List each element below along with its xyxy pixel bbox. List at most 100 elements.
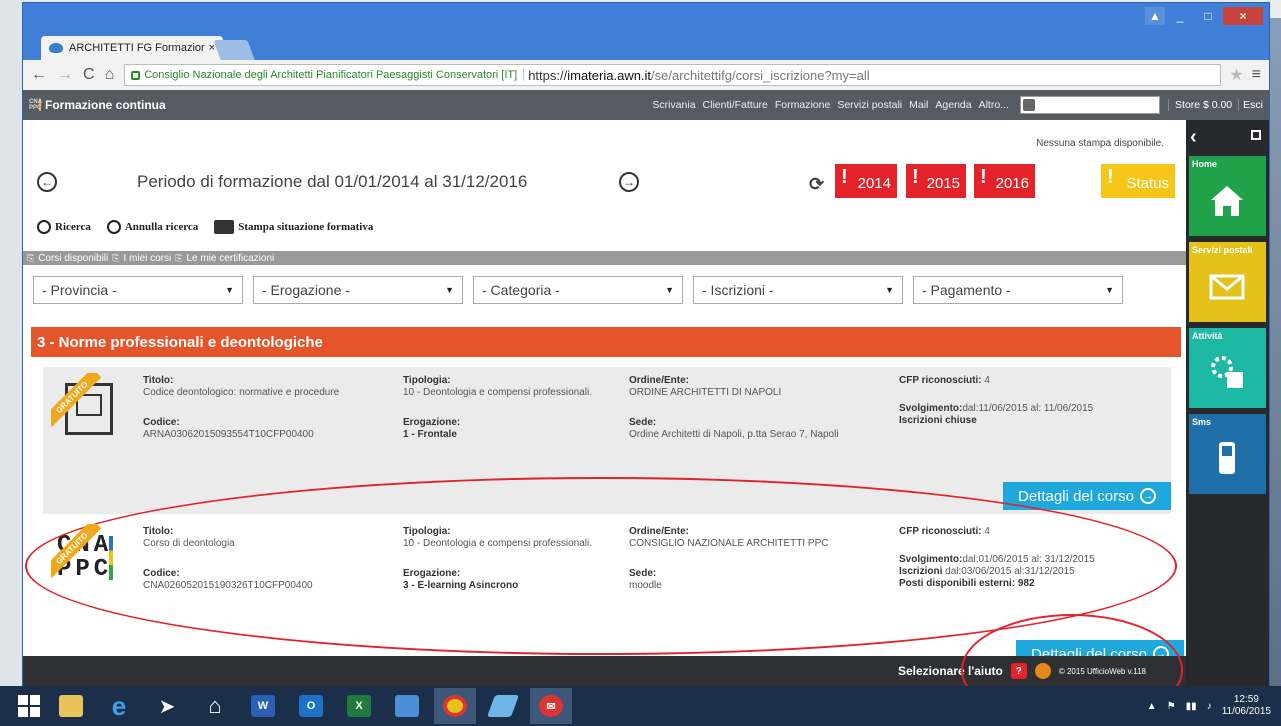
tile-sms[interactable]: Sms [1189, 414, 1266, 494]
chrome-icon[interactable] [434, 688, 476, 724]
year-2016-button[interactable]: ! 2016 [974, 164, 1035, 198]
previous-period-button[interactable]: ← [37, 172, 57, 192]
printer-icon [214, 220, 235, 234]
nav-link-agenda[interactable]: Agenda [935, 99, 971, 111]
nav-link-mail[interactable]: Mail [909, 99, 928, 111]
tile-label: Sms [1192, 417, 1212, 427]
nav-search-input[interactable] [1019, 96, 1160, 114]
course-code: Codice: ARNA03062015093554T10CFP00400 [143, 417, 314, 440]
chevron-down-icon: ▼ [665, 285, 674, 295]
mail-app-icon[interactable]: ✉ [530, 688, 572, 724]
tab-miei-corsi[interactable]: I miei corsi [123, 253, 171, 264]
course-cfp: CFP riconosciuti: 4 [899, 526, 990, 537]
flag-icon[interactable]: ⚑ [1167, 701, 1176, 712]
clock[interactable]: 12:59 11/06/2015 [1222, 694, 1271, 718]
collapse-sidebar-icon[interactable]: ‹ [1190, 126, 1197, 149]
alert-icon: ! [980, 166, 987, 188]
padlock-icon[interactable] [1251, 130, 1261, 140]
course-type: Tipologia: 10 - Deontologia e compensi pr… [403, 526, 592, 549]
browser-tab[interactable]: ARCHITETTI FG Formazior × [41, 36, 223, 60]
minimize-button[interactable]: _ [1167, 7, 1193, 25]
course-type: Tipologia: 10 - Deontologia e compensi pr… [403, 375, 592, 398]
tile-home[interactable]: Home [1189, 156, 1266, 236]
chrome-menu-icon[interactable]: ≡ [1252, 66, 1261, 84]
categoria-select[interactable]: - Categoria - ▼ [473, 276, 683, 304]
remote-desktop-icon[interactable] [386, 688, 428, 724]
close-window-button[interactable]: × [1223, 7, 1263, 25]
tile-attivita[interactable]: Attività [1189, 328, 1266, 408]
network-icon[interactable]: ▮▮ [1186, 701, 1197, 712]
tools-row: Ricerca Annulla ricerca Stampa situazion… [37, 220, 373, 234]
store-balance[interactable]: Store $ 0.00 [1167, 99, 1232, 111]
erogazione-select[interactable]: - Erogazione - ▼ [253, 276, 463, 304]
outlook-icon[interactable]: O [290, 688, 332, 724]
details-label: Dettagli del corso [1018, 487, 1134, 505]
pagamento-select[interactable]: - Pagamento - ▼ [913, 276, 1123, 304]
bookmark-star-icon[interactable]: ★ [1229, 65, 1243, 85]
next-period-button[interactable]: → [619, 172, 639, 192]
back-arrow-icon[interactable]: ← [31, 66, 47, 84]
filters: - Provincia - ▼ - Erogazione - ▼ - Categor… [33, 276, 1123, 304]
brand[interactable]: CNA PPC Formazione continua [23, 98, 166, 112]
volume-icon[interactable]: ♪ [1207, 701, 1212, 712]
course-card: GRATUITO CNA PPC Titolo: Corso di deontol… [43, 518, 1184, 668]
nav-links: Scrivania Clienti/Fatture Formazione Ser… [652, 96, 1160, 114]
main-content: Nessuna stampa disponibile. ← Periodo di… [23, 120, 1186, 686]
nav-link-formazione[interactable]: Formazione [775, 99, 830, 111]
app-shortcut-icon[interactable]: ➤ [146, 688, 188, 724]
tile-label: Attività [1192, 331, 1223, 341]
window-controls: ▲ _ □ × [1145, 7, 1263, 25]
word-icon[interactable]: W [242, 688, 284, 724]
system-tray: ▲ ⚑ ▮▮ ♪ 12:59 11/06/2015 [1147, 694, 1271, 718]
tray-expand-icon[interactable]: ▲ [1147, 701, 1157, 712]
clock-date: 11/06/2015 [1221, 706, 1271, 717]
internet-explorer-icon[interactable]: e [98, 688, 140, 724]
provincia-select[interactable]: - Provincia - ▼ [33, 276, 243, 304]
tab-icon: ⎘ [175, 252, 183, 263]
nav-link-clienti-fatture[interactable]: Clienti/Fatture [703, 99, 768, 111]
course-thumbnail: GRATUITO [51, 373, 125, 447]
forward-arrow-icon[interactable]: → [57, 66, 73, 84]
search-button[interactable]: Ricerca [37, 220, 91, 234]
user-icon[interactable]: ▲ [1145, 7, 1165, 25]
start-button[interactable] [14, 688, 44, 724]
course-delivery: Erogazione: 3 - E-learning Asincrono [403, 568, 519, 591]
ev-certificate-badge[interactable]: Consiglio Nazionale degli Architetti Pia… [131, 69, 525, 81]
notes-app-icon[interactable] [482, 688, 524, 724]
nav-link-altro[interactable]: Altro... [979, 99, 1009, 111]
course-details-button[interactable]: Dettagli del corso → [1003, 482, 1171, 510]
file-explorer-icon[interactable] [50, 688, 92, 724]
alert-icon: ! [841, 166, 848, 188]
ufficioweb-logo-icon [1034, 663, 1051, 679]
year-2015-button[interactable]: ! 2015 [906, 164, 966, 198]
home-shortcut-icon[interactable]: ⌂ [194, 688, 236, 724]
nav-link-scrivania[interactable]: Scrivania [652, 99, 695, 111]
maximize-button[interactable]: □ [1195, 7, 1221, 25]
course-organizer: Ordine/Ente: CONSIGLIO NAZIONALE ARCHITET… [629, 526, 829, 549]
tab-certificazioni[interactable]: Le mie certificazioni [186, 253, 274, 264]
status-button[interactable]: ! Status [1101, 164, 1175, 198]
new-tab-button[interactable] [213, 40, 255, 60]
help-question-icon[interactable]: ? [1010, 663, 1027, 679]
tile-servizi-postali[interactable]: Servizi postali [1189, 242, 1266, 322]
cancel-search-button[interactable]: Annulla ricerca [106, 220, 198, 234]
logout-link[interactable]: Esci [1238, 99, 1263, 111]
address-bar[interactable]: Consiglio Nazionale degli Architetti Pia… [124, 64, 1222, 86]
gears-icon [1211, 356, 1243, 388]
course-tabs: ⎘ Corsi disponibili ⎘ I miei corsi ⎘ Le mie… [23, 251, 1186, 265]
home-icon[interactable]: ⌂ [105, 66, 115, 84]
refresh-icon[interactable]: ⟳ [809, 174, 824, 195]
print-button[interactable]: Stampa situazione formativa [214, 220, 373, 234]
tab-title: ARCHITETTI FG Formazior [69, 42, 205, 54]
course-title: Titolo: Corso di deontologia [143, 526, 235, 549]
reload-icon[interactable]: C [83, 66, 95, 84]
year-2014-button[interactable]: ! 2014 [835, 164, 897, 198]
help-text[interactable]: Selezionare l'aiuto [898, 664, 1003, 678]
phone-icon [1219, 442, 1235, 474]
select-value: - Categoria - [482, 282, 560, 298]
category-header: 3 - Norme professionali e deontologiche [31, 327, 1181, 357]
excel-icon[interactable]: X [338, 688, 380, 724]
nav-link-servizi-postali[interactable]: Servizi postali [837, 99, 902, 111]
iscrizioni-select[interactable]: - Iscrizioni - ▼ [693, 276, 903, 304]
tab-corsi-disponibili[interactable]: Corsi disponibili [38, 253, 108, 264]
